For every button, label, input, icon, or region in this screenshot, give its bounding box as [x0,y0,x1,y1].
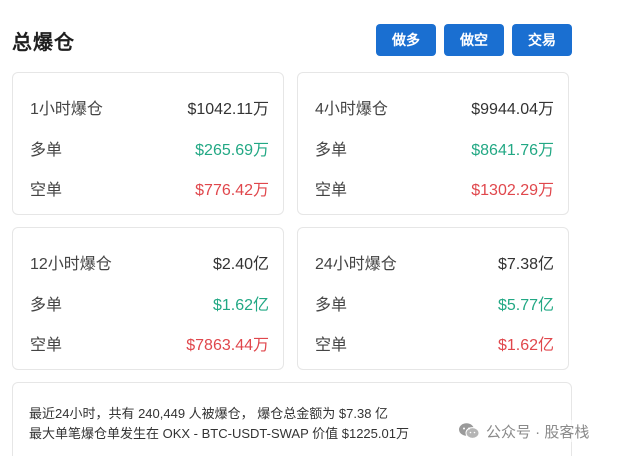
long-row: 多单 $265.69万 [30,136,269,160]
liquidation-card-4h: 4小时爆仓 $9944.04万 多单 $8641.76万 空单 $1302.29… [297,72,569,215]
long-label: 多单 [315,142,348,159]
watermark-text: 公众号 · 股客栈 [486,423,590,441]
short-value: $1.62亿 [497,337,554,354]
long-row: 多单 $8641.76万 [315,136,554,160]
short-label: 空单 [30,337,63,354]
total-row: 12小时爆仓 $2.40亿 [30,250,269,274]
total-value: $9944.04万 [471,101,554,118]
short-row: 空单 $1302.29万 [315,176,554,200]
total-row: 1小时爆仓 $1042.11万 [30,95,269,119]
summary-box: 最近24小时，共有 240,449 人被爆仓， 爆仓总金额为 $7.38 亿 最… [12,382,572,456]
long-value: $8641.76万 [471,142,554,159]
short-row: 空单 $1.62亿 [315,331,554,355]
summary-line-1: 最近24小时，共有 240,449 人被爆仓， 爆仓总金额为 $7.38 亿 [29,406,389,421]
short-row: 空单 $7863.44万 [30,331,269,355]
short-value: $776.42万 [195,182,269,199]
total-row: 24小时爆仓 $7.38亿 [315,250,554,274]
liquidation-card-1h: 1小时爆仓 $1042.11万 多单 $265.69万 空单 $776.42万 [12,72,284,215]
short-button[interactable]: 做空 [444,24,504,56]
period-label: 1小时爆仓 [30,101,103,118]
long-value: $5.77亿 [497,297,554,314]
watermark: 公众号 · 股客栈 [458,420,590,442]
summary-line-2: 最大单笔爆仓单发生在 OKX - BTC-USDT-SWAP 价值 $1225.… [29,426,409,441]
long-row: 多单 $1.62亿 [30,291,269,315]
total-value: $2.40亿 [212,256,269,273]
short-label: 空单 [30,182,63,199]
liquidation-card-12h: 12小时爆仓 $2.40亿 多单 $1.62亿 空单 $7863.44万 [12,227,284,370]
total-row: 4小时爆仓 $9944.04万 [315,95,554,119]
short-value: $7863.44万 [186,337,269,354]
period-label: 4小时爆仓 [315,101,388,118]
long-value: $1.62亿 [212,297,269,314]
long-label: 多单 [30,297,63,314]
trade-button[interactable]: 交易 [512,24,572,56]
wechat-icon [459,423,480,439]
period-label: 12小时爆仓 [30,256,112,273]
total-value: $1042.11万 [187,101,269,118]
long-value: $265.69万 [195,142,269,159]
period-label: 24小时爆仓 [315,256,397,273]
short-label: 空单 [315,182,348,199]
long-label: 多单 [315,297,348,314]
short-label: 空单 [315,337,348,354]
short-value: $1302.29万 [471,182,554,199]
long-row: 多单 $5.77亿 [315,291,554,315]
short-row: 空单 $776.42万 [30,176,269,200]
long-label: 多单 [30,142,63,159]
liquidation-card-24h: 24小时爆仓 $7.38亿 多单 $5.77亿 空单 $1.62亿 [297,227,569,370]
page-title: 总爆仓 [12,32,75,54]
long-button[interactable]: 做多 [376,24,436,56]
total-value: $7.38亿 [497,256,554,273]
liquidation-panel: 总爆仓 做多 做空 交易 1小时爆仓 $1042.11万 多单 $265.69万… [0,0,630,456]
